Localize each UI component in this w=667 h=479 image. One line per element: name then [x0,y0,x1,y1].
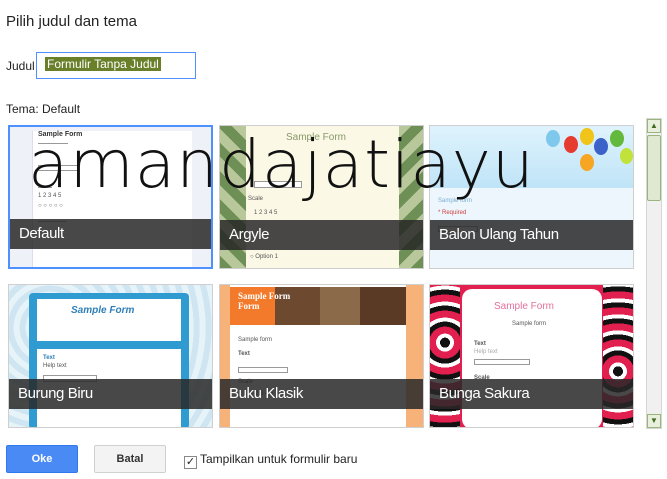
title-label: Judul [6,59,35,73]
watermark-text: amandajatiayu [28,126,535,203]
theme-label: Tema: Default [6,102,81,116]
theme-tile-burung-biru[interactable]: Sample Form Text Help text Burung Biru [8,284,213,428]
theme-name: Balon Ulang Tahun [430,220,633,250]
theme-name: Bunga Sakura [430,379,633,409]
theme-name: Buku Klasik [220,379,423,409]
theme-name: Argyle [220,220,423,250]
theme-name: Burung Biru [9,379,212,409]
theme-tile-buku-klasik[interactable]: Sample Form Form Sample form Text Scale … [219,284,424,428]
ok-button[interactable]: Oke [6,445,78,473]
show-for-new-forms-label: Tampilkan untuk formulir baru [200,452,358,466]
cancel-button[interactable]: Batal [94,445,166,473]
scroll-down-arrow-icon[interactable]: ▼ [647,414,661,428]
title-input[interactable]: Formulir Tanpa Judul [36,52,196,79]
scroll-thumb[interactable] [647,135,661,201]
gallery-scrollbar[interactable]: ▲ ▼ [646,118,662,429]
show-for-new-forms-option[interactable]: ✓ Tampilkan untuk formulir baru [184,452,357,469]
theme-tile-bunga-sakura[interactable]: Sample Form Sample form Text Help text S… [429,284,634,428]
scroll-up-arrow-icon[interactable]: ▲ [647,119,661,133]
show-for-new-forms-checkbox[interactable]: ✓ [184,456,197,469]
dialog-title: Pilih judul dan tema [6,13,137,30]
title-input-value: Formulir Tanpa Judul [45,57,161,71]
theme-name: Default [10,219,211,249]
